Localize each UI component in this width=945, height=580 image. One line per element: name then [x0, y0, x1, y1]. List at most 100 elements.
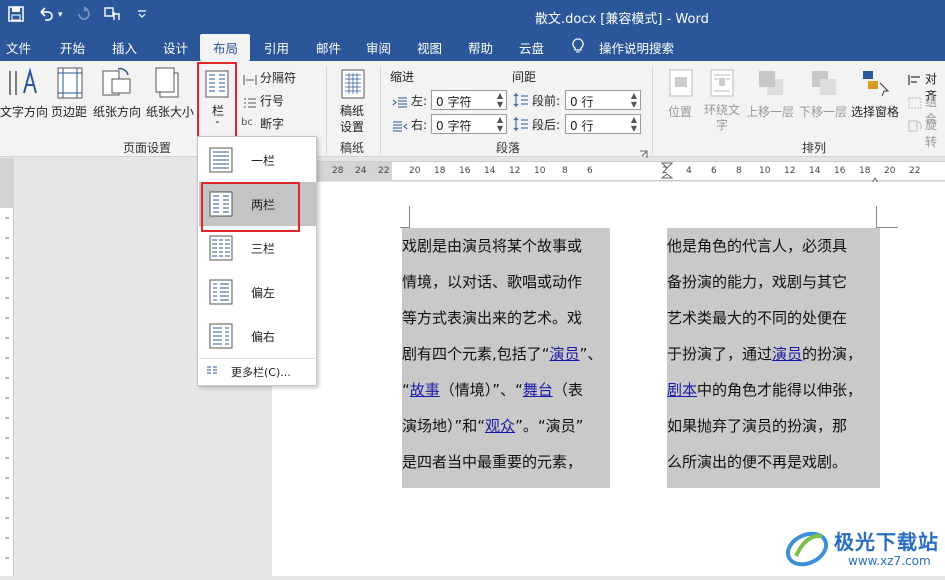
ruler-number: 10: [759, 166, 771, 176]
text-line[interactable]: 剧有四个元素,包括了“演员”、: [402, 336, 602, 372]
text-line[interactable]: 于扮演了，通过演员的扮演，: [667, 336, 862, 372]
size-label[interactable]: 纸张大小: [146, 103, 194, 120]
watermark-url: www.xz7.com: [848, 554, 931, 568]
text-line[interactable]: 戏剧是由演员将某个故事或: [402, 228, 582, 264]
manuscript-group-label: 稿纸: [340, 141, 365, 155]
columns-option-right[interactable]: 偏右: [199, 314, 316, 358]
ruler-number: 14: [484, 166, 496, 176]
text-direction-label[interactable]: 文字方向: [0, 103, 48, 120]
tab-review[interactable]: 审阅: [366, 38, 391, 57]
hyperlink[interactable]: 故事: [410, 381, 440, 399]
text-line[interactable]: 备扮演的能力，戏剧与其它: [667, 264, 847, 300]
text-segment: 备扮演的能力，戏剧与其它: [667, 273, 848, 291]
text-direction-icon[interactable]: [4, 67, 40, 103]
text-line[interactable]: 如果抛弃了演员的扮演，那: [667, 408, 847, 444]
selection-pane-icon[interactable]: [862, 69, 890, 101]
text-line[interactable]: 情境，以对话、歌唱或动作: [402, 264, 582, 300]
line-numbers-icon: [243, 94, 257, 113]
customize-quick-access-icon[interactable]: [138, 10, 146, 21]
margins-icon[interactable]: [57, 67, 83, 103]
title-bar: ▾ 散文.docx [兼容模式] - Word: [0, 0, 945, 32]
tab-help[interactable]: 帮助: [468, 38, 493, 57]
indent-right-spinner[interactable]: 0 字符 ▲ ▼: [431, 114, 507, 134]
text-line[interactable]: “故事（情境）”、“舞台（表: [402, 372, 583, 408]
undo-dropdown-icon[interactable]: ▾: [58, 10, 63, 20]
more-columns-label: 更多栏(C)...: [231, 366, 291, 379]
text-segment: 剧有四个元素,包括了“: [402, 345, 550, 363]
tab-cloud[interactable]: 云盘: [519, 38, 544, 57]
bring-forward-button: 上移一层: [746, 105, 795, 119]
tab-home[interactable]: 开始: [60, 38, 85, 57]
columns-option-one[interactable]: 一栏: [199, 138, 316, 182]
space-after-label: 段后:: [532, 118, 561, 132]
ruler-number: 12: [784, 166, 796, 176]
hyperlink[interactable]: 观众: [485, 417, 515, 435]
indent-right-icon: [392, 118, 408, 137]
tab-view[interactable]: 视图: [417, 38, 442, 57]
ruler-number: 6: [711, 166, 717, 176]
hyperlink[interactable]: 剧本: [667, 381, 697, 399]
selection-pane-button[interactable]: 选择窗格: [851, 103, 899, 120]
watermark-logo-icon: [785, 531, 829, 567]
tell-me-search[interactable]: 操作说明搜索: [599, 38, 674, 57]
watermark-logo: 极光下载站 www.xz7.com: [780, 518, 940, 576]
crop-mark-icon: [400, 206, 410, 228]
orientation-icon[interactable]: [102, 67, 132, 103]
group-icon: [908, 94, 922, 113]
columns-option-left[interactable]: 偏左: [199, 270, 316, 314]
text-line[interactable]: 么所演出的便不再是戏剧。: [667, 444, 847, 480]
tab-insert[interactable]: 插入: [112, 38, 137, 57]
indent-left-spinner[interactable]: 0 字符 ▲ ▼: [431, 90, 507, 110]
rotate-icon: [908, 117, 922, 136]
text-line[interactable]: 艺术类最大的不同的处便在: [667, 300, 847, 336]
text-line[interactable]: 是四者当中最重要的元素，: [402, 444, 582, 480]
tab-file[interactable]: 文件: [6, 38, 31, 57]
text-segment: 如果抛弃了演员的扮演，那: [667, 417, 848, 435]
tab-design[interactable]: 设计: [163, 38, 188, 57]
columns-option-label: 偏右: [251, 330, 276, 344]
space-after-spinner[interactable]: 0 行 ▲ ▼: [565, 114, 641, 134]
ruler-number: 20: [409, 166, 421, 176]
tab-references[interactable]: 引用: [264, 38, 289, 57]
spinner-arrows-icon[interactable]: ▲ ▼: [497, 91, 503, 109]
spinner-arrows-icon[interactable]: ▲ ▼: [497, 115, 503, 133]
document-page[interactable]: 戏剧是由演员将某个故事或 情境，以对话、歌唱或动作 等方式表演出来的艺术。戏 剧有四个…: [272, 182, 945, 576]
text-column-right[interactable]: 他是角色的代言人，必须具 备扮演的能力，戏剧与其它艺术类最大的不同的处便在 于扮演了…: [667, 228, 880, 488]
ruler-number: 16: [834, 166, 846, 176]
more-columns-item[interactable]: 更多栏(C)...: [199, 360, 316, 384]
text-line[interactable]: 演场地）”和“观众”。“演员”: [402, 408, 583, 444]
tab-mailings[interactable]: 邮件: [316, 38, 341, 57]
space-before-spinner[interactable]: 0 行 ▲ ▼: [565, 90, 641, 110]
indent-left-icon: [392, 94, 408, 113]
text-line[interactable]: 剧本中的角色才能得以伸张，: [667, 372, 862, 408]
text-line[interactable]: 他是角色的代言人，必须具: [667, 228, 847, 264]
hyperlink[interactable]: 演员: [550, 345, 580, 363]
tab-layout[interactable]: 布局: [213, 38, 238, 57]
crop-mark-icon: [876, 206, 898, 228]
columns-option-three[interactable]: 三栏: [199, 226, 316, 270]
ruler-number: 20: [884, 166, 896, 176]
manuscript-icon[interactable]: [341, 69, 365, 103]
undo-icon[interactable]: [38, 6, 54, 26]
size-icon[interactable]: [155, 67, 181, 103]
margins-label[interactable]: 页边距: [51, 103, 87, 120]
text-segment: 演场地）”和“: [402, 417, 486, 435]
orientation-label[interactable]: 纸张方向: [93, 103, 141, 120]
line-numbers-button[interactable]: 行号: [260, 92, 284, 109]
text-column-left[interactable]: 戏剧是由演员将某个故事或 情境，以对话、歌唱或动作 等方式表演出来的艺术。戏 剧有四个…: [402, 228, 610, 488]
save-icon[interactable]: [8, 6, 24, 26]
arrange-group-label: 排列: [802, 141, 827, 155]
hyperlink[interactable]: 舞台: [523, 381, 553, 399]
breaks-button[interactable]: 分隔符: [260, 69, 296, 86]
separator: [652, 66, 653, 154]
manuscript-settings-label[interactable]: 稿纸 设置: [340, 103, 364, 135]
indent-marker-icon[interactable]: [660, 162, 674, 184]
spinner-arrows-icon[interactable]: ▲ ▼: [631, 91, 637, 109]
text-segment: 他是角色的代言人，必须具: [667, 237, 848, 255]
hyperlink[interactable]: 演员: [772, 345, 802, 363]
hyphenation-button[interactable]: 断字: [260, 115, 284, 132]
touch-mode-icon[interactable]: [104, 6, 122, 26]
text-line[interactable]: 等方式表演出来的艺术。戏: [402, 300, 582, 336]
columns-dropdown-menu: 一栏 两栏 三栏 偏左 偏右 更多栏(C)...: [197, 136, 317, 386]
spinner-arrows-icon[interactable]: ▲ ▼: [631, 115, 637, 133]
